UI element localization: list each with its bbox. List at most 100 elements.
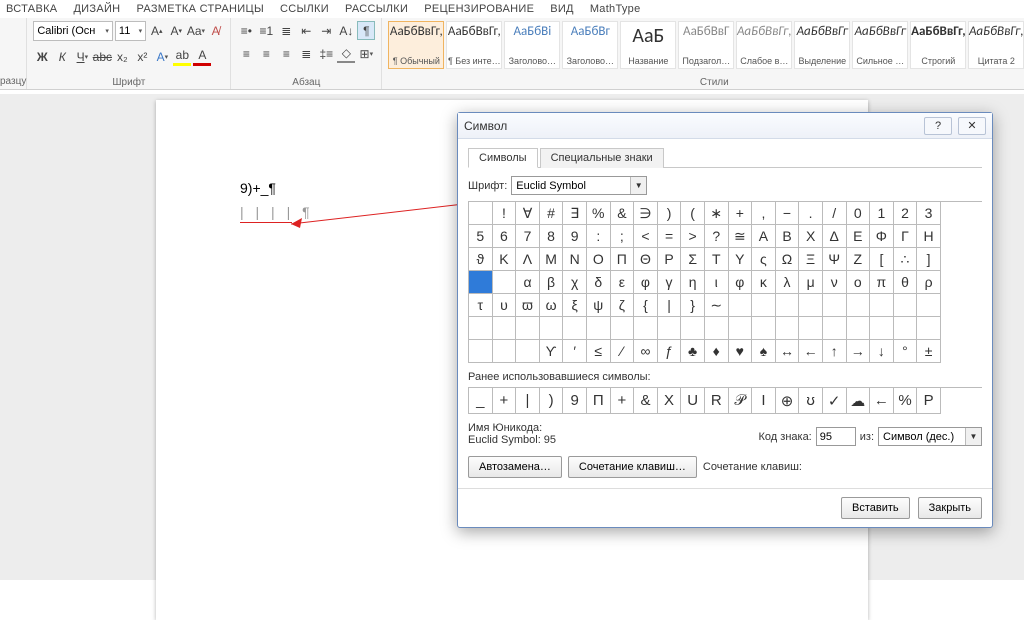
superscript-icon[interactable]: x²: [133, 47, 151, 66]
symbol-cell[interactable]: Z: [847, 248, 871, 271]
symbol-cell[interactable]: [847, 294, 871, 317]
symbol-cell[interactable]: o: [847, 271, 871, 294]
line-spacing-icon[interactable]: ‡≡: [317, 44, 335, 63]
symbol-cell[interactable]: β: [540, 271, 564, 294]
recent-symbol-cell[interactable]: 9: [563, 388, 587, 414]
symbol-cell[interactable]: ←: [799, 340, 823, 363]
symbol-cell[interactable]: ≅: [729, 225, 753, 248]
symbol-cell[interactable]: [634, 317, 658, 340]
clear-format-icon[interactable]: A̸: [207, 22, 224, 41]
sort-icon[interactable]: A↓: [337, 21, 355, 40]
symbol-cell[interactable]: ζ: [611, 294, 635, 317]
symbol-cell[interactable]: [469, 271, 493, 294]
symbol-cell[interactable]: [587, 317, 611, 340]
recent-symbol-cell[interactable]: %: [894, 388, 918, 414]
style-item[interactable]: АаБбВвГПодзагол…: [678, 21, 734, 69]
increase-size-icon[interactable]: A▴: [148, 22, 165, 41]
symbol-cell[interactable]: (: [681, 202, 705, 225]
symbol-cell[interactable]: ς: [752, 248, 776, 271]
symbol-cell[interactable]: θ: [894, 271, 918, 294]
recent-symbol-cell[interactable]: _: [469, 388, 493, 414]
symbol-cell[interactable]: ε: [611, 271, 635, 294]
symbol-cell[interactable]: ∼: [705, 294, 729, 317]
symbol-font-select[interactable]: ▼: [511, 176, 647, 195]
style-item[interactable]: АаБбВвГгВыделение: [794, 21, 850, 69]
symbol-cell[interactable]: !: [493, 202, 517, 225]
symbol-cell[interactable]: ∃: [563, 202, 587, 225]
symbol-cell[interactable]: [658, 317, 682, 340]
indent-dec-icon[interactable]: ⇤: [297, 21, 315, 40]
recent-symbol-cell[interactable]: &: [634, 388, 658, 414]
symbol-cell[interactable]: [681, 317, 705, 340]
multilevel-icon[interactable]: ≣: [277, 21, 295, 40]
symbol-cell[interactable]: 2: [894, 202, 918, 225]
symbol-cell[interactable]: Ξ: [799, 248, 823, 271]
highlight-icon[interactable]: ab: [173, 47, 191, 66]
symbol-cell[interactable]: 3: [917, 202, 941, 225]
symbol-cell[interactable]: [776, 294, 800, 317]
symbol-cell[interactable]: ι: [705, 271, 729, 294]
recent-symbol-cell[interactable]: ʊ: [799, 388, 823, 414]
numbering-icon[interactable]: ≡1: [257, 21, 275, 40]
symbol-cell[interactable]: [870, 294, 894, 317]
style-item[interactable]: АаБбВіЗаголово…: [504, 21, 560, 69]
symbol-cell[interactable]: 5: [469, 225, 493, 248]
symbol-cell[interactable]: 1: [870, 202, 894, 225]
symbol-cell[interactable]: M: [540, 248, 564, 271]
symbol-cell[interactable]: T: [705, 248, 729, 271]
italic-icon[interactable]: К: [53, 47, 71, 66]
recent-symbol-cell[interactable]: X: [658, 388, 682, 414]
symbol-cell[interactable]: ψ: [587, 294, 611, 317]
symbol-font-input[interactable]: [512, 177, 630, 194]
justify-icon[interactable]: ≣: [297, 44, 315, 63]
symbol-cell[interactable]: ν: [823, 271, 847, 294]
symbol-cell[interactable]: Π: [611, 248, 635, 271]
symbol-cell[interactable]: Γ: [894, 225, 918, 248]
recent-symbol-cell[interactable]: U: [681, 388, 705, 414]
style-item[interactable]: АаБбВвГг,Слабое в…: [736, 21, 792, 69]
recent-symbol-cell[interactable]: P: [917, 388, 941, 414]
symbol-cell[interactable]: N: [563, 248, 587, 271]
decrease-size-icon[interactable]: A▾: [168, 22, 185, 41]
style-item[interactable]: АаБбВвГг,¶ Обычный: [388, 21, 444, 69]
symbol-cell[interactable]: ξ: [563, 294, 587, 317]
align-left-icon[interactable]: ≡: [237, 44, 255, 63]
close-button[interactable]: Закрыть: [918, 497, 982, 519]
symbol-cell[interactable]: 8: [540, 225, 564, 248]
symbol-cell[interactable]: ↑: [823, 340, 847, 363]
symbol-cell[interactable]: &: [611, 202, 635, 225]
symbol-cell[interactable]: <: [634, 225, 658, 248]
symbol-cell[interactable]: 0: [847, 202, 871, 225]
symbol-cell[interactable]: ϒ: [540, 340, 564, 363]
symbol-cell[interactable]: ƒ: [658, 340, 682, 363]
dialog-titlebar[interactable]: Символ ? ✕: [458, 113, 992, 139]
symbol-cell[interactable]: [493, 340, 517, 363]
symbol-cell[interactable]: [894, 317, 918, 340]
text-effects-icon[interactable]: A▾: [153, 47, 171, 66]
ribbon-tab[interactable]: MathType: [590, 3, 641, 15]
symbol-cell[interactable]: [516, 340, 540, 363]
chevron-down-icon[interactable]: ▼: [965, 428, 981, 445]
symbol-cell[interactable]: =: [658, 225, 682, 248]
font-name-select[interactable]: Calibri (Осн▾: [33, 21, 113, 41]
style-item[interactable]: АаБбВвГг,Строгий: [910, 21, 966, 69]
symbol-cell[interactable]: α: [516, 271, 540, 294]
symbol-cell[interactable]: η: [681, 271, 705, 294]
symbol-cell[interactable]: K: [493, 248, 517, 271]
recent-symbol-cell[interactable]: R: [705, 388, 729, 414]
symbol-cell[interactable]: ϑ: [469, 248, 493, 271]
chevron-down-icon[interactable]: ▼: [630, 177, 646, 194]
symbol-cell[interactable]: [776, 317, 800, 340]
symbol-cell[interactable]: /: [823, 202, 847, 225]
ribbon-tab[interactable]: ВСТАВКА: [6, 3, 57, 15]
style-item[interactable]: АаБбВвГг,¶ Без инте…: [446, 21, 502, 69]
symbol-cell[interactable]: 9: [563, 225, 587, 248]
symbol-cell[interactable]: >: [681, 225, 705, 248]
symbol-cell[interactable]: [705, 317, 729, 340]
symbol-cell[interactable]: [: [870, 248, 894, 271]
symbol-cell[interactable]: ±: [917, 340, 941, 363]
symbol-cell[interactable]: π: [870, 271, 894, 294]
symbol-cell[interactable]: φ: [729, 271, 753, 294]
symbol-cell[interactable]: ⁄: [611, 340, 635, 363]
symbol-cell[interactable]: Φ: [870, 225, 894, 248]
